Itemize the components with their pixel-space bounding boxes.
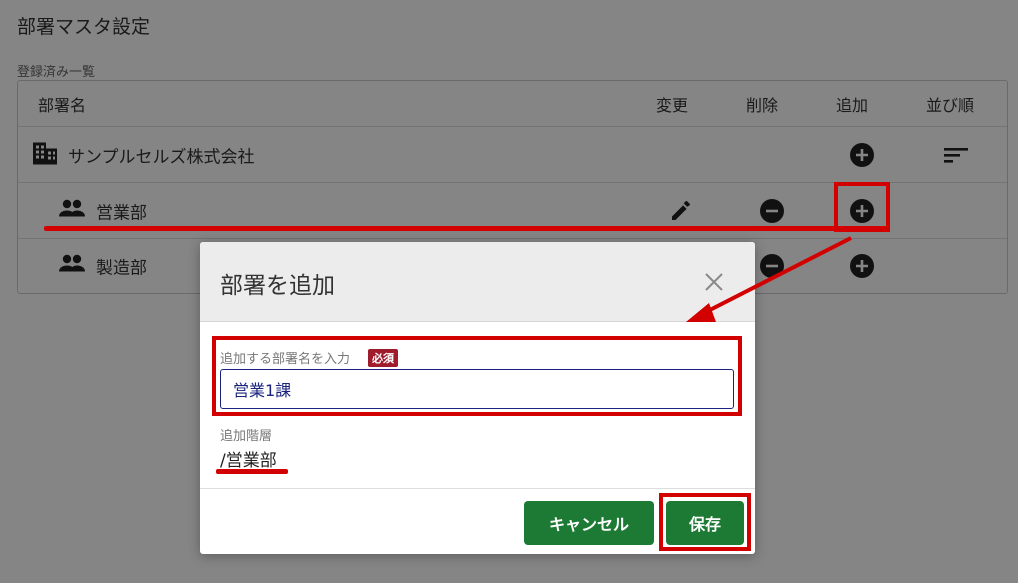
annotation-box-input <box>212 336 742 416</box>
annotation-box-save <box>659 493 751 551</box>
annotation-underline-level <box>216 469 288 474</box>
